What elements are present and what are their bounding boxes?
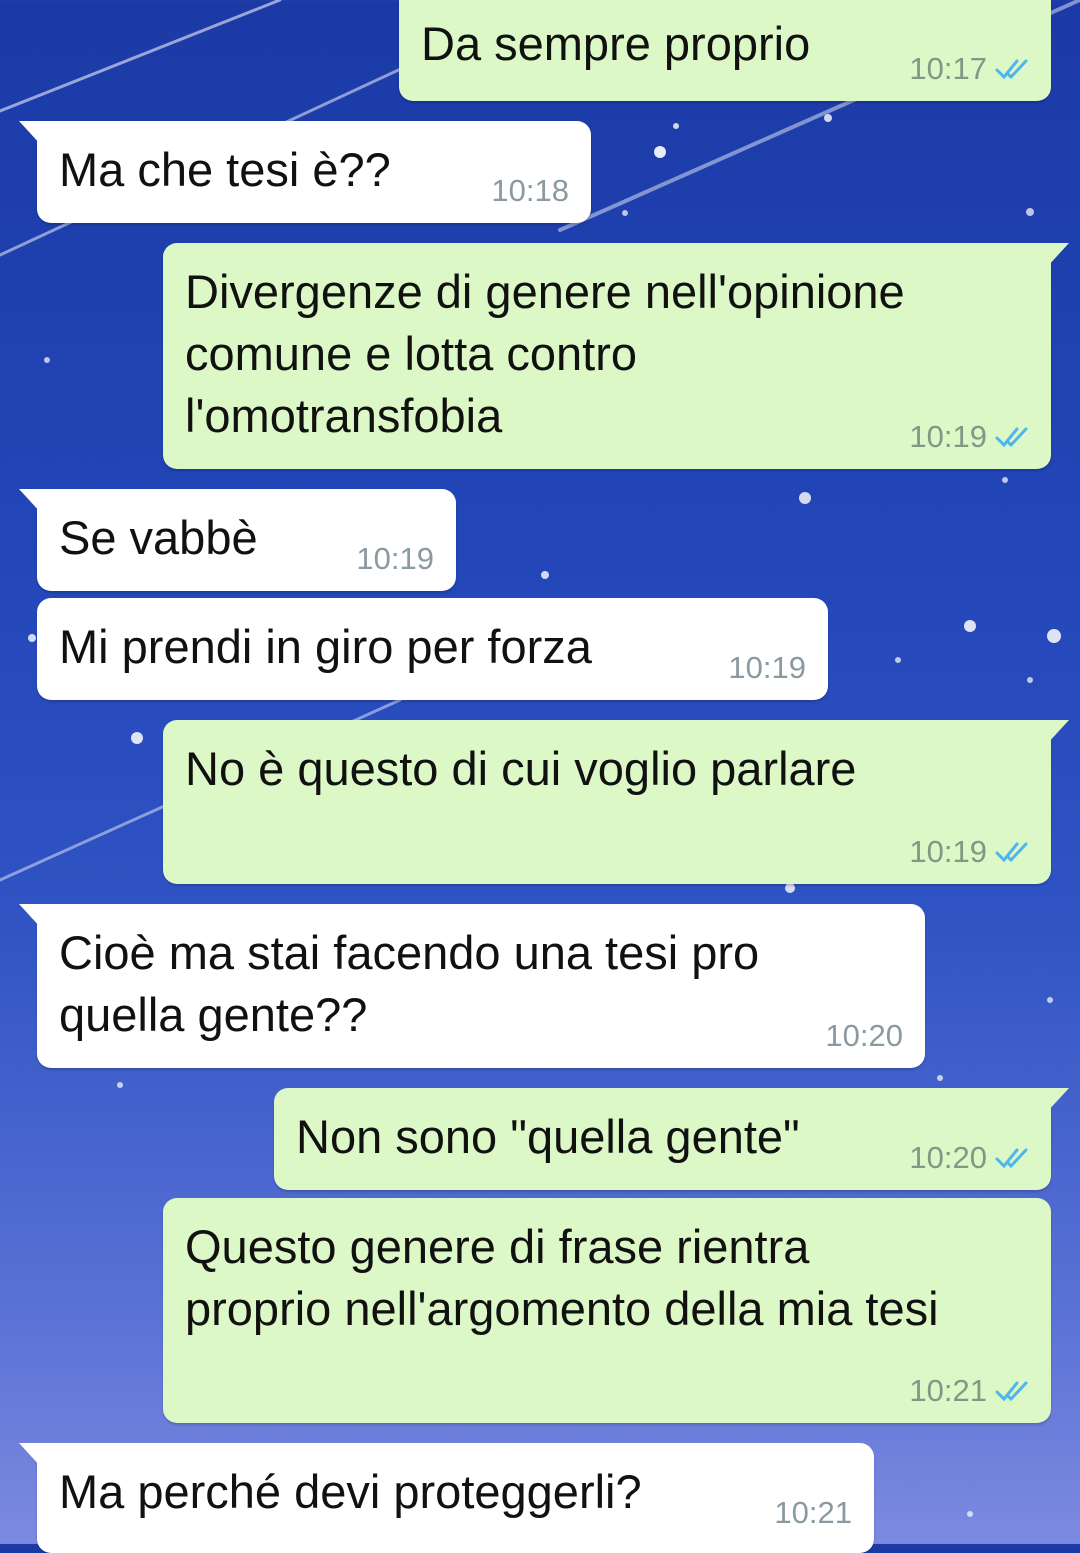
message-bubble-outgoing[interactable]: No è questo di cui voglio parlare 10:19 <box>163 720 1069 884</box>
message-bubble-outgoing[interactable]: Divergenze di genere nell'opinione comun… <box>163 243 1069 469</box>
wallpaper-star <box>117 1082 123 1088</box>
message-bubble-incoming[interactable]: Se vabbè 10:19 <box>19 489 456 591</box>
double-check-icon <box>995 1148 1028 1169</box>
wallpaper-star <box>895 657 901 663</box>
message-time: 10:19 <box>909 419 987 454</box>
wallpaper-star <box>28 634 36 642</box>
wallpaper-star <box>1002 477 1008 483</box>
message-bubble-incoming[interactable]: Ma perché devi proteggerli? 10:21 <box>19 1443 874 1553</box>
message-meta: 10:21 <box>909 1373 1029 1409</box>
message-bubble-incoming[interactable]: Ma che tesi è?? 10:18 <box>19 121 591 223</box>
message-meta: 10:19 <box>728 650 806 686</box>
message-meta: 10:19 <box>909 834 1029 870</box>
wallpaper-star <box>785 883 795 893</box>
message-time: 10:18 <box>491 173 569 208</box>
message-bubble-incoming[interactable]: Cioè ma stai facendo una tesi pro quella… <box>19 904 925 1068</box>
message-time: 10:21 <box>774 1495 852 1530</box>
message-bubble-outgoing[interactable]: Da sempre proprio 10:17 <box>399 0 1051 101</box>
bubble-tail <box>1047 1088 1069 1112</box>
message-bubble-incoming[interactable]: Mi prendi in giro per forza 10:19 <box>37 598 828 700</box>
wallpaper-star <box>967 1511 973 1517</box>
message-meta: 10:18 <box>491 173 569 209</box>
message-text: No è questo di cui voglio parlare <box>185 742 857 795</box>
wallpaper-star <box>1047 997 1053 1003</box>
wallpaper-streak <box>0 0 282 113</box>
wallpaper-star <box>654 146 666 158</box>
message-text: Divergenze di genere nell'opinione comun… <box>185 265 905 442</box>
bubble-tail <box>19 489 41 513</box>
message-meta: 10:19 <box>909 419 1029 455</box>
wallpaper-star <box>964 620 976 632</box>
double-check-icon <box>995 842 1028 863</box>
message-meta: 10:20 <box>909 1140 1029 1176</box>
message-time: 10:19 <box>356 541 434 576</box>
wallpaper-star <box>1047 629 1061 643</box>
bubble-tail <box>19 904 41 928</box>
wallpaper-star <box>1027 677 1033 683</box>
message-time: 10:17 <box>909 51 987 86</box>
wallpaper-star <box>44 357 50 363</box>
wallpaper-star <box>673 123 679 129</box>
message-text: Mi prendi in giro per forza <box>59 620 592 673</box>
wallpaper-star <box>1026 208 1034 216</box>
double-check-icon <box>995 59 1028 80</box>
message-text: Questo genere di frase rientra proprio n… <box>185 1220 939 1335</box>
message-time: 10:19 <box>728 650 806 685</box>
message-bubble-outgoing[interactable]: Questo genere di frase rientra proprio n… <box>163 1198 1051 1423</box>
message-time: 10:20 <box>825 1018 903 1053</box>
bubble-tail <box>1047 720 1069 744</box>
message-time: 10:20 <box>909 1140 987 1175</box>
bubble-tail <box>1047 243 1069 267</box>
wallpaper-star <box>824 114 832 122</box>
message-meta: 10:17 <box>909 51 1029 87</box>
message-text: Ma perché devi proteggerli? <box>59 1465 642 1518</box>
message-bubble-outgoing[interactable]: Non sono "quella gente" 10:20 <box>274 1088 1069 1190</box>
wallpaper-star <box>937 1075 943 1081</box>
message-text: Cioè ma stai facendo una tesi pro quella… <box>59 926 760 1041</box>
message-meta: 10:20 <box>825 1018 903 1054</box>
message-meta: 10:19 <box>356 541 434 577</box>
double-check-icon <box>995 1381 1028 1402</box>
double-check-icon <box>995 427 1028 448</box>
wallpaper-star <box>541 571 549 579</box>
bubble-tail <box>19 1443 41 1467</box>
wallpaper-star <box>622 210 628 216</box>
message-time: 10:19 <box>909 834 987 869</box>
message-time: 10:21 <box>909 1373 987 1408</box>
bubble-tail <box>19 121 41 145</box>
message-meta: 10:21 <box>774 1495 852 1531</box>
wallpaper-star <box>799 492 811 504</box>
wallpaper-star <box>131 732 143 744</box>
